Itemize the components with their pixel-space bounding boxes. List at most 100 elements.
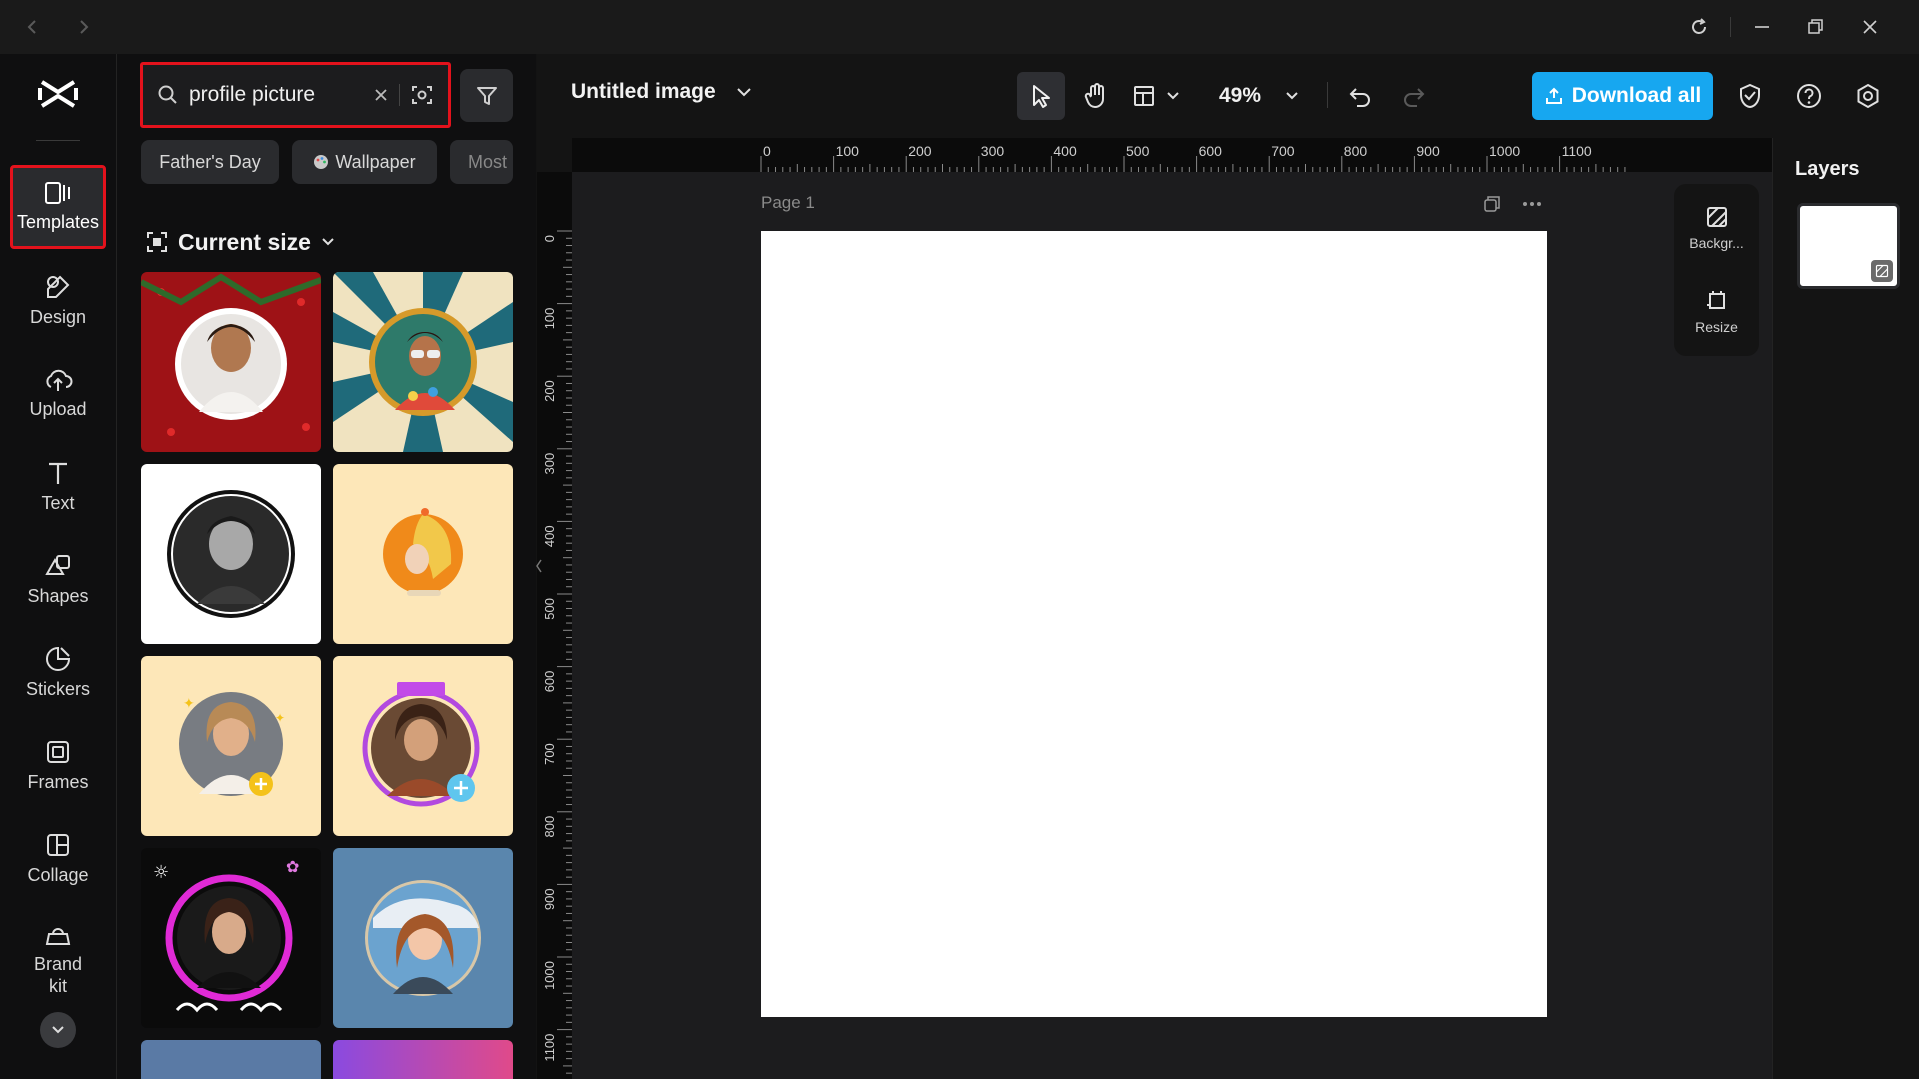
more-icon (1523, 202, 1541, 206)
settings-button[interactable] (1844, 72, 1892, 120)
template-thumbnail[interactable] (333, 848, 513, 1028)
chevron-down-icon (1286, 92, 1298, 100)
reload-button[interactable] (1672, 0, 1726, 54)
chip-wallpaper[interactable]: Wallpaper (292, 140, 437, 184)
stickers-icon (46, 647, 71, 672)
page-more-button[interactable] (1518, 192, 1546, 216)
vertical-ruler[interactable]: 0 100 200 300 400 500 600 700 800 900 1000 1100 (537, 172, 572, 1079)
chevron-down-icon (736, 88, 751, 97)
ruler-tick-label: 700 (1271, 143, 1295, 159)
sidebar-item-stickers[interactable]: Stickers (10, 631, 106, 715)
template-thumbnail[interactable]: ☼ ✿ (141, 848, 321, 1028)
redo-icon (1404, 88, 1425, 107)
close-icon (1863, 20, 1877, 34)
chevron-down-icon (322, 238, 334, 246)
forward-button[interactable] (56, 0, 110, 54)
filter-button[interactable] (460, 69, 513, 122)
template-thumbnail[interactable] (141, 464, 321, 644)
divider (36, 140, 80, 141)
template-thumbnail[interactable] (141, 1040, 321, 1079)
ruler-tick-label: 800 (1344, 143, 1368, 159)
collage-icon (47, 834, 69, 857)
ruler-tick-label: 400 (1053, 143, 1077, 159)
divider (1730, 17, 1731, 37)
sidebar-item-design[interactable]: Design (10, 259, 106, 343)
svg-text:✿: ✿ (286, 857, 299, 876)
close-button[interactable] (1843, 0, 1897, 54)
duplicate-page-button[interactable] (1479, 192, 1505, 216)
search-box[interactable]: profile picture (140, 62, 451, 128)
sidebar-item-brand-kit[interactable]: Brand kit (10, 912, 106, 1008)
sidebar-item-frames[interactable]: Frames (10, 724, 106, 808)
upload-icon (46, 370, 73, 392)
svg-text:☼: ☼ (153, 862, 169, 883)
redo-button[interactable] (1392, 72, 1436, 120)
layer-thumbnail[interactable] (1797, 203, 1900, 289)
chip-most[interactable]: Most (450, 140, 513, 184)
ruler-tick-label: 200 (908, 143, 932, 159)
hand-tool-button[interactable] (1072, 72, 1120, 120)
capcut-logo-icon (38, 80, 78, 108)
ruler-tick-label: 900 (1416, 143, 1440, 159)
ruler-tick-label: 600 (542, 671, 557, 693)
download-all-label: Download all (1571, 84, 1702, 107)
resize-tool[interactable]: Resize (1674, 276, 1759, 348)
layout-dropdown[interactable] (1132, 72, 1180, 120)
pointer-icon (1033, 85, 1050, 108)
template-thumbnail[interactable] (333, 272, 513, 452)
zoom-dropdown[interactable]: 49% (1219, 72, 1299, 120)
text-icon (49, 463, 67, 485)
background-tool[interactable]: Backgr... (1674, 192, 1759, 264)
sidebar-item-upload[interactable]: Upload (10, 352, 106, 436)
sidebar-item-shapes[interactable]: Shapes (10, 538, 106, 622)
back-button[interactable] (6, 0, 60, 54)
ruler-tick-label: 600 (1199, 143, 1223, 159)
size-icon (147, 232, 167, 252)
template-thumbnail[interactable] (141, 272, 321, 452)
ruler-tick-label: 800 (542, 816, 557, 838)
resize-icon (1706, 291, 1725, 309)
document-title: Untitled image (571, 80, 716, 103)
palette-icon (314, 155, 329, 169)
undo-button[interactable] (1338, 72, 1382, 120)
filter-icon (476, 86, 497, 105)
chip-fathers-day[interactable]: Father's Day (141, 140, 279, 184)
search-input[interactable]: profile picture (189, 83, 373, 107)
design-icon (47, 275, 70, 299)
template-thumbnail[interactable]: ✦ ✦ (141, 656, 321, 836)
horizontal-ruler[interactable]: 0 100 200 300 400 500 600 700 800 900 1000 1100 (572, 138, 1772, 172)
document-title-dropdown[interactable]: Untitled image (571, 80, 752, 104)
shield-icon (1739, 83, 1761, 109)
svg-text:✦: ✦ (275, 711, 285, 725)
sidebar-item-label: Design (29, 307, 87, 328)
ruler-tick-label: 700 (542, 743, 557, 765)
template-thumbnail[interactable] (333, 464, 513, 644)
ruler-tick-label: 200 (542, 380, 557, 402)
sidebar-item-label: Text (41, 493, 75, 514)
ruler-tick-label: 500 (1126, 143, 1150, 159)
collapse-panel-button[interactable] (533, 556, 545, 576)
minimize-button[interactable] (1735, 0, 1789, 54)
select-tool-button[interactable] (1017, 72, 1065, 120)
ruler-tick-label: 300 (542, 453, 557, 475)
restore-button[interactable] (1789, 0, 1843, 54)
sidebar-item-collage[interactable]: Collage (10, 817, 106, 901)
app-logo[interactable] (36, 76, 80, 112)
help-button[interactable] (1785, 72, 1833, 120)
current-size-dropdown[interactable]: Current size (146, 225, 335, 259)
undo-icon (1349, 88, 1370, 107)
template-thumbnail[interactable] (333, 1040, 513, 1079)
ruler-tick-label: 1100 (542, 1034, 557, 1062)
sidebar-item-text[interactable]: Text (10, 445, 106, 529)
expand-rail-button[interactable] (40, 1012, 76, 1048)
canvas-page[interactable] (761, 231, 1547, 1017)
templates-icon (45, 182, 70, 205)
resize-tool-label: Resize (1695, 319, 1738, 335)
background-icon (1706, 207, 1727, 227)
sidebar-item-templates[interactable]: Templates (10, 165, 106, 249)
template-thumbnail[interactable] (333, 656, 513, 836)
download-all-button[interactable]: Download all (1532, 72, 1713, 120)
shield-button[interactable] (1726, 72, 1774, 120)
ruler-tick-label: 1000 (542, 961, 557, 990)
chevron-down-icon (52, 1026, 64, 1034)
